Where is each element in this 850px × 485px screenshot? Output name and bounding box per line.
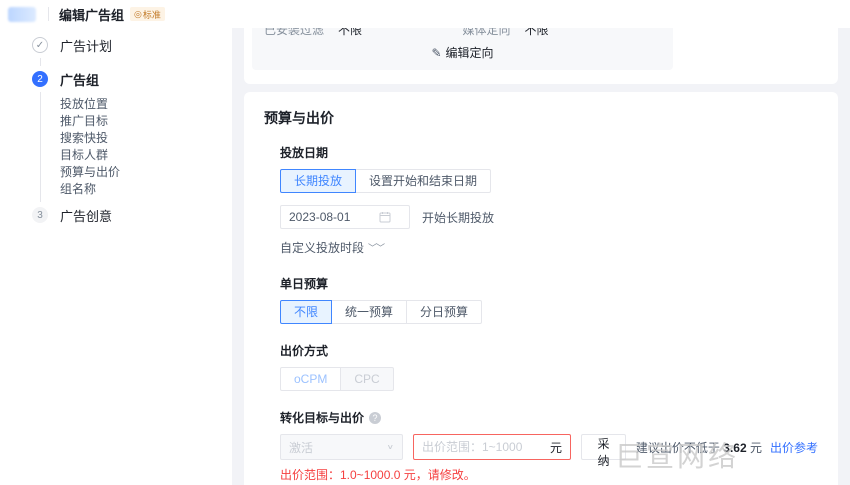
- header-divider: [48, 7, 49, 21]
- page-body: ✓ 广告计划 2 广告组 投放位置 推广目标 搜索快投 目标人群 预算与出价 组…: [0, 28, 850, 485]
- targeting-summary-row: 已安装过滤 不限 媒体定向 不限: [264, 28, 661, 39]
- summary-label: 已安装过滤: [264, 28, 325, 37]
- standard-badge: ◎ 标准: [130, 7, 165, 21]
- badge-circle-icon: ◎: [134, 8, 142, 19]
- edit-targeting-label: 编辑定向: [445, 46, 494, 60]
- sidebar-item-group-name[interactable]: 组名称: [60, 181, 232, 198]
- sidebar-step-ad-creative[interactable]: 3 广告创意: [32, 204, 232, 226]
- tab-unified-budget[interactable]: 统一预算: [331, 300, 408, 324]
- custom-time-period-label: 自定义投放时段: [280, 241, 365, 255]
- step-connector: [40, 58, 232, 66]
- sidebar-step-ad-group[interactable]: 2 广告组: [32, 68, 232, 90]
- conversion-goal-select[interactable]: 激活 ∨: [280, 434, 403, 460]
- delivery-date-tabs: 长期投放 设置开始和结束日期: [280, 169, 818, 193]
- sidebar-item-target-audience[interactable]: 目标人群: [60, 147, 232, 164]
- step-label: 广告计划: [60, 38, 113, 54]
- daily-budget-label: 单日预算: [280, 277, 329, 291]
- badge-label: 标准: [142, 9, 161, 20]
- bid-method-label: 出价方式: [280, 344, 329, 358]
- summary-value: 不限: [338, 28, 363, 37]
- step-number-icon: 3: [32, 207, 48, 223]
- budget-section-body: 投放日期 长期投放 设置开始和结束日期 2023-08-01 开始长期投放 自定…: [280, 144, 818, 485]
- check-circle-icon: ✓: [32, 37, 48, 53]
- tab-set-start-end-date[interactable]: 设置开始和结束日期: [355, 169, 492, 193]
- start-date-input[interactable]: [280, 205, 410, 229]
- start-long-term-text: 开始长期投放: [422, 210, 495, 225]
- suggest-value: 3.62: [723, 440, 747, 455]
- budget-section-title: 预算与出价: [264, 110, 334, 126]
- summary-value: 不限: [524, 28, 549, 37]
- step-number-icon: 2: [32, 71, 48, 87]
- conversion-bid-field: 转化目标与出价 ? 激活 ∨ 元 采纳 建议出价不低于: [280, 409, 818, 483]
- targeting-summary-card: 已安装过滤 不限 媒体定向 不限 ✎ 编辑定向: [244, 28, 838, 84]
- custom-time-period-link[interactable]: 自定义投放时段 ﹀﹀: [280, 239, 385, 256]
- summary-pair: 已安装过滤 不限: [264, 28, 463, 39]
- bid-range-error: 出价范围：1.0~1000.0 元，请修改。: [280, 468, 476, 482]
- bid-amount-input-wrapper: 元: [412, 434, 571, 460]
- sidebar-item-promotion-goal[interactable]: 推广目标: [60, 113, 232, 130]
- app-header: 编辑广告组 ◎ 标准: [0, 0, 850, 28]
- steps-sidebar: ✓ 广告计划 2 广告组 投放位置 推广目标 搜索快投 目标人群 预算与出价 组…: [0, 28, 232, 485]
- edit-targeting-button[interactable]: ✎ 编辑定向: [264, 45, 661, 62]
- conversion-bid-label-text: 转化目标与出价: [280, 411, 365, 425]
- sidebar-step-ad-plan[interactable]: ✓ 广告计划: [32, 34, 232, 56]
- calendar-icon[interactable]: [379, 211, 391, 223]
- budget-bid-card: 预算与出价 投放日期 长期投放 设置开始和结束日期 2023-08-01 开始长…: [244, 92, 838, 485]
- tab-cpc[interactable]: CPC: [340, 367, 394, 391]
- app-logo[interactable]: [8, 6, 36, 22]
- info-icon[interactable]: ?: [369, 411, 382, 424]
- pencil-icon: ✎: [431, 46, 442, 60]
- chevron-down-icon: ∨: [386, 443, 394, 451]
- page-title: 编辑广告组: [59, 7, 125, 23]
- step-label: 广告创意: [60, 208, 113, 224]
- double-chevron-down-icon: ﹀﹀: [368, 243, 385, 253]
- targeting-summary-box: 已安装过滤 不限 媒体定向 不限 ✎ 编辑定向: [252, 28, 673, 70]
- summary-label: 媒体定向: [462, 28, 511, 37]
- date-value-input[interactable]: [289, 210, 379, 224]
- daily-budget-field: 单日预算 不限 统一预算 分日预算: [280, 275, 818, 324]
- sidebar-item-budget-bid[interactable]: 预算与出价: [60, 164, 232, 181]
- tab-ocpm[interactable]: oCPM: [280, 367, 342, 391]
- start-date-row: 开始长期投放: [280, 205, 818, 229]
- summary-pair: 媒体定向 不限: [463, 28, 662, 39]
- suggest-prefix: 建议出价不低于: [635, 440, 720, 455]
- step-label: 广告组: [60, 72, 100, 88]
- adopt-button[interactable]: 采纳: [580, 434, 626, 468]
- conversion-goal-value: 激活: [289, 440, 314, 455]
- conversion-bid-label: 转化目标与出价 ?: [280, 409, 818, 426]
- bid-reference-link[interactable]: 出价参考: [770, 439, 818, 456]
- delivery-date-label: 投放日期: [280, 146, 329, 160]
- currency-unit: 元: [549, 440, 562, 455]
- daily-budget-tabs: 不限 统一预算 分日预算: [280, 300, 818, 324]
- bid-method-tabs: oCPM CPC: [280, 367, 818, 391]
- delivery-date-field: 投放日期 长期投放 设置开始和结束日期 2023-08-01 开始长期投放 自定…: [280, 144, 818, 257]
- suggest-unit: 元: [749, 440, 762, 455]
- step-substeps: 投放位置 推广目标 搜索快投 目标人群 预算与出价 组名称: [40, 92, 232, 202]
- sidebar-item-placement[interactable]: 投放位置: [60, 96, 232, 113]
- tab-unlimited[interactable]: 不限: [280, 300, 333, 324]
- bid-method-field: 出价方式 oCPM CPC: [280, 342, 818, 391]
- sidebar-item-search-quick[interactable]: 搜索快投: [60, 130, 232, 147]
- conversion-bid-row: 激活 ∨ 元 采纳 建议出价不低于 3.62 元 出价参考: [280, 434, 818, 468]
- main-content: 已安装过滤 不限 媒体定向 不限 ✎ 编辑定向 预算与出价 投放日期 长期投放 …: [232, 28, 850, 485]
- suggest-bid-text: 建议出价不低于 3.62 元: [636, 439, 762, 456]
- bid-amount-input[interactable]: [421, 440, 546, 454]
- tab-long-term-delivery[interactable]: 长期投放: [280, 169, 357, 193]
- tab-daily-budget[interactable]: 分日预算: [406, 300, 483, 324]
